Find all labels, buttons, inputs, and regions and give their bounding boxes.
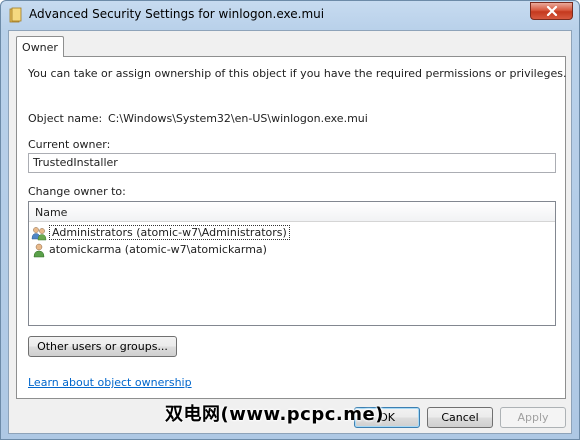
change-owner-label: Change owner to: [28, 185, 126, 198]
current-owner-label: Current owner: [28, 138, 111, 151]
apply-button[interactable]: Apply [500, 407, 566, 428]
user-icon [33, 243, 45, 257]
list-item-atomickarma[interactable]: atomickarma (atomic-w7\atomickarma) [31, 241, 267, 258]
ownership-description: You can take or assign ownership of this… [28, 67, 567, 80]
dialog-client-area: Owner You can take or assign ownership o… [8, 30, 572, 434]
dialog-window: Advanced Security Settings for winlogon.… [0, 0, 580, 440]
list-item-label: Administrators (atomic-w7\Administrators… [49, 225, 290, 240]
group-users-icon [31, 226, 47, 240]
tab-owner-label: Owner [22, 40, 58, 54]
watermark-text: 双电网(www.pcpc.me) [165, 404, 384, 425]
folder-icon [9, 7, 22, 23]
list-item-label: atomickarma (atomic-w7\atomickarma) [49, 243, 267, 256]
current-owner-field[interactable]: TrustedInstaller [28, 153, 556, 173]
list-column-header[interactable]: Name [29, 202, 555, 222]
close-icon [546, 6, 557, 16]
object-name-value: C:\Windows\System32\en-US\winlogon.exe.m… [108, 112, 368, 125]
window-title: Advanced Security Settings for winlogon.… [29, 7, 325, 21]
other-users-button-label: Other users or groups... [37, 340, 168, 353]
learn-ownership-link[interactable]: Learn about object ownership [28, 376, 192, 389]
other-users-button[interactable]: Other users or groups... [28, 336, 177, 357]
cancel-button[interactable]: Cancel [427, 407, 493, 428]
column-header-name: Name [35, 206, 68, 219]
cancel-button-label: Cancel [441, 411, 479, 424]
current-owner-value: TrustedInstaller [33, 156, 118, 169]
change-owner-list[interactable]: Name Administrators (atomic-w7\Administr… [28, 201, 556, 326]
list-item-administrators[interactable]: Administrators (atomic-w7\Administrators… [31, 224, 290, 241]
object-name-label: Object name: [28, 112, 103, 125]
title-bar[interactable]: Advanced Security Settings for winlogon.… [1, 1, 579, 29]
tab-owner[interactable]: Owner [16, 36, 64, 57]
close-button[interactable] [530, 2, 573, 20]
apply-button-label: Apply [517, 411, 549, 424]
